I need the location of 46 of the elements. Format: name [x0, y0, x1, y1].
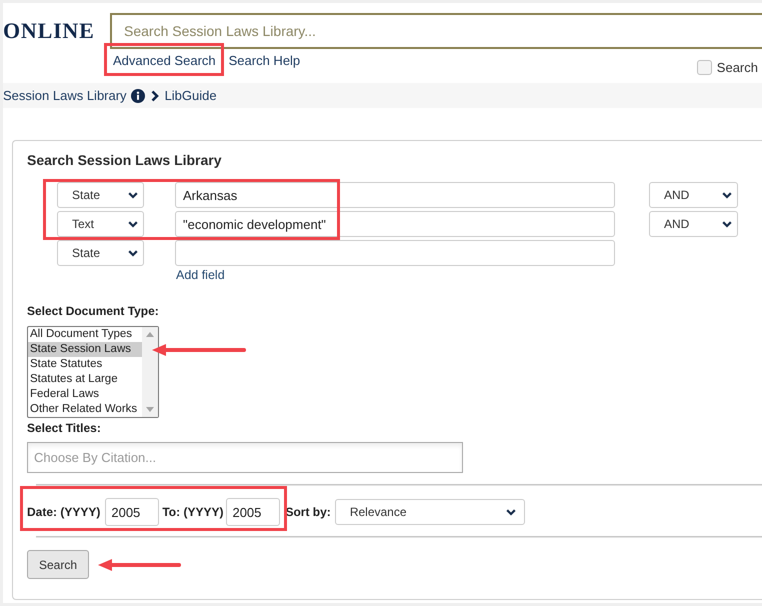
panel-title: Search Session Laws Library [27, 151, 222, 170]
search-field[interactable]: Search Session Laws Library... [110, 13, 762, 49]
operator-select[interactable]: AND [649, 182, 738, 208]
search-button[interactable]: Search [27, 550, 89, 579]
document-type-list[interactable]: All Document Types State Session Laws State Statutes Statutes at Large Federal Laws Other Related Works [27, 326, 159, 418]
chevron-down-icon [722, 220, 732, 228]
checkbox[interactable] [696, 60, 712, 75]
value-field[interactable]: Arkansas [175, 182, 615, 208]
chevron-right-icon [150, 90, 159, 102]
field-select[interactable]: State [57, 182, 144, 208]
scroll-up-icon[interactable] [146, 332, 154, 337]
chevron-down-icon [128, 192, 138, 198]
add-field-link[interactable]: Add field [176, 268, 225, 283]
list-option[interactable]: All Document Types [28, 327, 142, 342]
header-link[interactable]: Search Help [228, 53, 300, 68]
chevron-down-icon [128, 220, 138, 228]
value-field[interactable] [175, 240, 615, 266]
list-option[interactable]: State Session Laws [28, 342, 142, 357]
value-field[interactable]: "economic development" [175, 211, 615, 237]
year-field[interactable]: 2005 [105, 498, 160, 526]
list-option[interactable]: State Statutes [28, 357, 142, 372]
breadcrumb-link[interactable]: LibGuide [164, 88, 217, 103]
list-option[interactable]: Other Related Works [28, 402, 142, 417]
field-label: Select Document Type: [27, 303, 159, 319]
field-label: Date: (YYYY) [27, 505, 100, 519]
field-select[interactable]: Text [57, 211, 144, 237]
scroll-down-icon[interactable] [146, 407, 154, 412]
field-select[interactable]: State [57, 240, 144, 266]
field-label: Sort by: [285, 505, 331, 519]
field-label: To: (YYYY) [162, 505, 224, 519]
chevron-down-icon [506, 508, 516, 516]
sort-select[interactable]: Relevance [334, 499, 525, 525]
list-option[interactable]: Federal Laws [28, 387, 142, 402]
year-field[interactable]: 2005 [226, 498, 280, 526]
list-option[interactable]: Statutes at Large [28, 372, 142, 387]
field-label: Select Titles: [27, 420, 101, 436]
header-link[interactable]: Advanced Search [113, 53, 216, 68]
info-icon[interactable] [130, 88, 145, 102]
operator-select[interactable]: AND [649, 211, 738, 237]
chevron-down-icon [722, 192, 732, 198]
checkbox-label: Search [716, 60, 758, 75]
chevron-down-icon [128, 250, 138, 256]
logo-wordmark: ONLINE [3, 17, 96, 45]
scrollbar[interactable] [142, 327, 158, 417]
titles-field[interactable]: Choose By Citation... [27, 442, 463, 473]
breadcrumb-link[interactable]: Session Laws Library [3, 88, 127, 103]
